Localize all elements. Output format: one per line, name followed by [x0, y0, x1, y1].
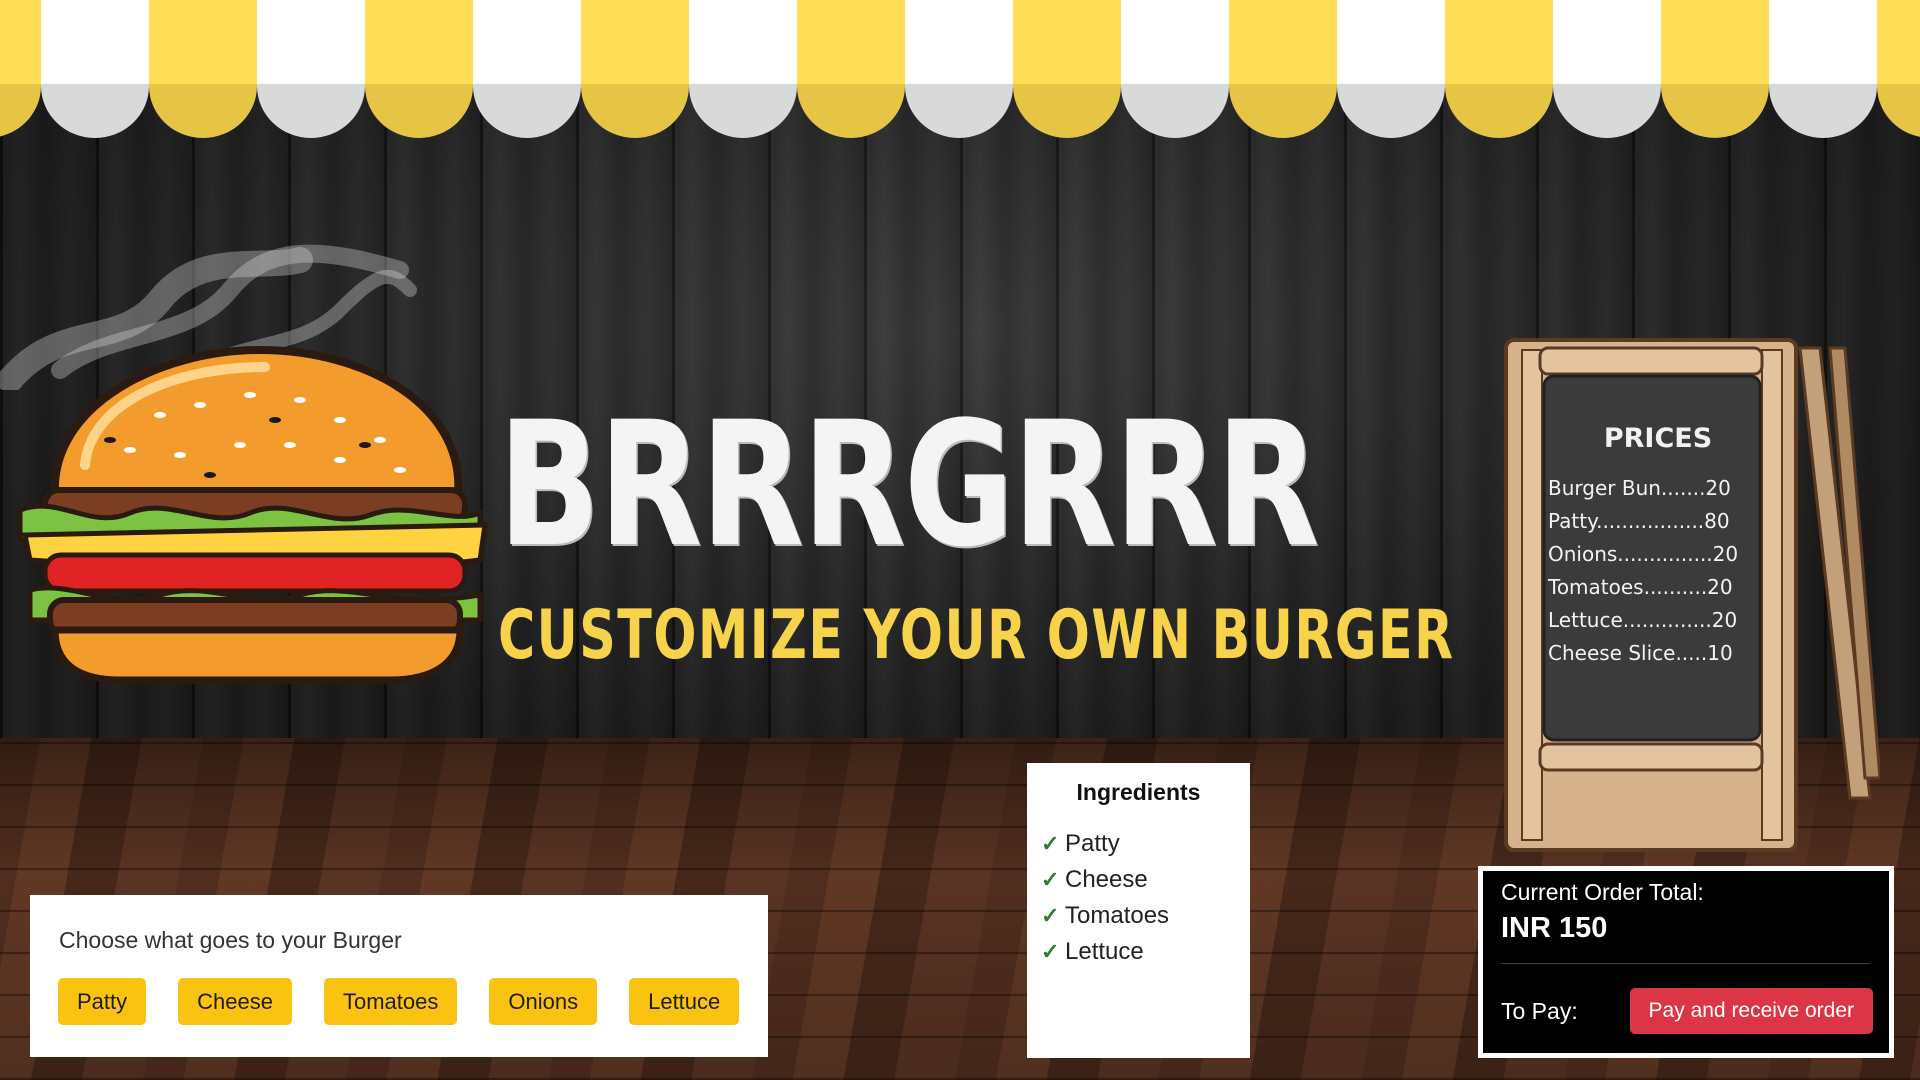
price-board-content: PRICES Burger Bun.......20 Patty.........…	[1548, 410, 1758, 670]
order-total-value: INR 150	[1501, 912, 1608, 944]
prices-heading: PRICES	[1603, 423, 1713, 454]
price-row: Lettuce..............20	[1548, 608, 1738, 632]
brand-subtitle: CUSTOMIZE YOUR OWN BURGER	[498, 596, 1455, 675]
ingredients-list: ✓ Patty ✓ Cheese ✓ Tomatoes ✓ Lettuce	[1041, 826, 1250, 970]
order-total-label: Current Order Total:	[1501, 879, 1704, 905]
price-row: Patty.................80	[1548, 509, 1730, 533]
price-list: Burger Bun.......20 Patty................…	[1548, 472, 1758, 670]
chooser-label: Choose what goes to your Burger	[59, 927, 402, 953]
burger-illustration	[17, 345, 488, 684]
to-pay-label: To Pay:	[1501, 997, 1578, 1024]
ingredients-panel: Ingredients ✓ Patty ✓ Cheese ✓ Tomatoes ✓ Lettu…	[1027, 763, 1250, 1058]
check-icon: ✓	[1041, 867, 1060, 892]
ingredient-label: Lettuce	[1065, 938, 1144, 965]
price-row: Tomatoes..........20	[1548, 575, 1733, 599]
ingredient-item: ✓ Lettuce	[1041, 934, 1250, 970]
add-cheese-button[interactable]: Cheese	[178, 978, 292, 1025]
ingredient-label: Tomatoes	[1065, 902, 1170, 929]
ingredient-item: ✓ Patty	[1041, 826, 1250, 862]
price-row: Burger Bun.......20	[1548, 476, 1731, 500]
brand-title: BRRRGRRR	[498, 384, 1319, 585]
striped-awning	[0, 0, 1920, 140]
ingredient-item: ✓ Cheese	[1041, 862, 1250, 898]
ingredient-chooser-panel: Choose what goes to your Burger Patty Che…	[30, 895, 768, 1057]
order-divider	[1501, 963, 1869, 964]
add-patty-button[interactable]: Patty	[58, 978, 147, 1025]
price-row: Cheese Slice.....10	[1548, 641, 1733, 665]
add-lettuce-button[interactable]: Lettuce	[629, 978, 740, 1025]
ingredient-label: Cheese	[1065, 866, 1148, 893]
price-row: Onions...............20	[1548, 542, 1739, 566]
pay-and-receive-order-button[interactable]: Pay and receive order	[1629, 988, 1873, 1034]
ingredient-label: Patty	[1065, 830, 1120, 857]
check-icon: ✓	[1041, 939, 1060, 964]
order-summary-panel: Current Order Total: INR 150 To Pay: Pay…	[1478, 866, 1894, 1058]
add-tomatoes-button[interactable]: Tomatoes	[323, 978, 458, 1025]
ingredient-item: ✓ Tomatoes	[1041, 898, 1250, 934]
check-icon: ✓	[1041, 831, 1060, 856]
pay-row: To Pay: Pay and receive order	[1501, 988, 1873, 1034]
add-onions-button[interactable]: Onions	[489, 978, 598, 1025]
ingredients-title: Ingredients	[1076, 779, 1201, 805]
check-icon: ✓	[1041, 903, 1060, 928]
ingredient-button-row: Patty Cheese Tomatoes Onions Lettuce	[58, 978, 740, 1025]
